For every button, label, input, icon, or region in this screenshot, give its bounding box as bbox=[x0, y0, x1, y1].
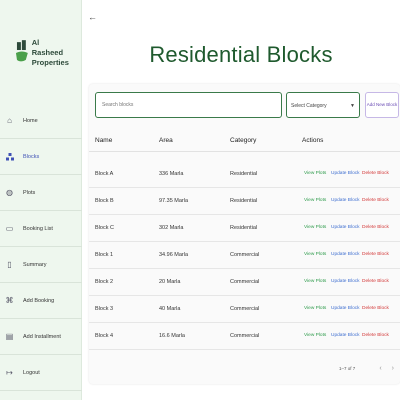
table-row: Block 3 40 Marla Commercial View Plots U… bbox=[89, 296, 400, 323]
next-page-icon[interactable]: › bbox=[392, 365, 394, 372]
sidebar-item-label: Add Installment bbox=[23, 333, 61, 340]
cell-name: Block A bbox=[95, 171, 114, 177]
cell-name: Block B bbox=[95, 198, 114, 204]
building-logo-icon bbox=[15, 40, 28, 62]
cell-area: 34.96 Marla bbox=[159, 252, 189, 258]
sidebar-item-label: Summary bbox=[23, 261, 47, 268]
cell-category: Commercial bbox=[230, 279, 260, 285]
brand-line-1: Al Rasheed bbox=[31, 38, 64, 57]
cell-area: 20 Marla bbox=[159, 279, 181, 285]
brand-logo[interactable]: Al Rasheed Properties bbox=[14, 38, 72, 68]
cell-category: Residential bbox=[230, 171, 258, 177]
pagination-range: 1–7 of 7 bbox=[339, 366, 356, 371]
table-row: Block 2 20 Marla Commercial View Plots U… bbox=[89, 269, 400, 296]
view-plots-link[interactable]: View Plots bbox=[304, 252, 326, 257]
add-new-block-button[interactable]: Add New Block bbox=[365, 92, 399, 118]
back-arrow-icon[interactable]: ← bbox=[88, 12, 97, 22]
sidebar-item-label: Home bbox=[23, 117, 38, 124]
sidebar-item-booking-list[interactable]: ▭ Booking List bbox=[0, 211, 82, 247]
cell-area: 302 Marla bbox=[159, 225, 184, 231]
cell-name: Block 3 bbox=[95, 306, 114, 312]
update-block-link[interactable]: Update Block bbox=[331, 279, 360, 284]
prev-page-icon[interactable]: ‹ bbox=[379, 365, 381, 372]
cell-category: Residential bbox=[230, 225, 258, 231]
cell-name: Block 4 bbox=[95, 333, 114, 339]
update-block-link[interactable]: Update Block bbox=[331, 198, 360, 203]
delete-block-link[interactable]: Delete Block bbox=[362, 225, 389, 230]
add-booking-icon: ⌘ bbox=[5, 296, 14, 305]
delete-block-link[interactable]: Delete Block bbox=[362, 306, 389, 311]
column-header-area: Area bbox=[159, 137, 173, 144]
delete-block-link[interactable]: Delete Block bbox=[362, 333, 389, 338]
sidebar-item-label: Blocks bbox=[23, 153, 40, 160]
column-header-category: Category bbox=[230, 137, 257, 144]
update-block-link[interactable]: Update Block bbox=[331, 252, 360, 257]
update-block-link[interactable]: Update Block bbox=[331, 171, 360, 176]
dropdown-caret-icon: ▼ bbox=[350, 103, 355, 109]
update-block-link[interactable]: Update Block bbox=[331, 333, 360, 338]
sidebar-nav: ⌂ Home Blocks ◍ Plots ▭ Booking List ▯ S… bbox=[0, 103, 82, 391]
pagination: 1–7 of 7 ‹ › bbox=[339, 365, 394, 372]
view-plots-link[interactable]: View Plots bbox=[304, 171, 326, 176]
cell-category: Residential bbox=[230, 198, 258, 204]
update-block-link[interactable]: Update Block bbox=[331, 306, 360, 311]
view-plots-link[interactable]: View Plots bbox=[304, 225, 326, 230]
sidebar-item-add-booking[interactable]: ⌘ Add Booking bbox=[0, 283, 82, 319]
search-input[interactable] bbox=[95, 92, 282, 118]
table-header: Name Area Category Actions bbox=[89, 132, 400, 152]
table-row: Block 1 34.96 Marla Commercial View Plot… bbox=[89, 242, 400, 269]
cell-name: Block 1 bbox=[95, 252, 114, 258]
column-header-name: Name bbox=[95, 137, 113, 144]
sidebar-item-label: Add Booking bbox=[23, 297, 55, 304]
view-plots-link[interactable]: View Plots bbox=[304, 306, 326, 311]
table-row: Block C 302 Marla Residential View Plots… bbox=[89, 215, 400, 242]
cell-area: 97.35 Marla bbox=[159, 198, 189, 204]
table-row: Block A 336 Marla Residential View Plots… bbox=[89, 161, 400, 188]
delete-block-link[interactable]: Delete Block bbox=[362, 171, 389, 176]
cell-category: Commercial bbox=[230, 333, 260, 339]
logout-icon: ↦ bbox=[6, 368, 13, 377]
page-title: Residential Blocks bbox=[149, 42, 333, 67]
sidebar-item-blocks[interactable]: Blocks bbox=[0, 139, 82, 175]
view-plots-link[interactable]: View Plots bbox=[304, 279, 326, 284]
category-select-value: Select Category bbox=[291, 103, 327, 109]
view-plots-link[interactable]: View Plots bbox=[304, 333, 326, 338]
sidebar: Al Rasheed Properties ⌂ Home Blocks ◍ Pl… bbox=[0, 0, 82, 400]
delete-block-link[interactable]: Delete Block bbox=[362, 252, 389, 257]
cell-area: 40 Marla bbox=[159, 306, 181, 312]
sidebar-item-label: Booking List bbox=[23, 225, 53, 232]
brand-line-2: Properties bbox=[31, 58, 69, 67]
cell-area: 16.6 Marla bbox=[159, 333, 185, 339]
sidebar-item-add-installment[interactable]: ▤ Add Installment bbox=[0, 319, 82, 355]
update-block-link[interactable]: Update Block bbox=[331, 225, 360, 230]
column-header-actions: Actions bbox=[302, 137, 324, 144]
booking-list-icon: ▭ bbox=[5, 224, 14, 233]
sidebar-item-plots[interactable]: ◍ Plots bbox=[0, 175, 82, 211]
cell-name: Block C bbox=[95, 225, 114, 231]
sidebar-item-logout[interactable]: ↦ Logout bbox=[0, 355, 82, 391]
home-icon: ⌂ bbox=[7, 116, 12, 125]
view-plots-link[interactable]: View Plots bbox=[304, 198, 326, 203]
category-select[interactable]: Select Category ▼ bbox=[286, 92, 360, 118]
add-installment-icon: ▤ bbox=[5, 332, 14, 341]
sidebar-item-label: Plots bbox=[23, 189, 36, 196]
blocks-icon bbox=[5, 152, 14, 161]
table-row: Block 4 16.6 Marla Commercial View Plots… bbox=[89, 323, 400, 350]
sidebar-item-label: Logout bbox=[23, 369, 40, 376]
plots-icon: ◍ bbox=[6, 188, 13, 197]
sidebar-item-summary[interactable]: ▯ Summary bbox=[0, 247, 82, 283]
cell-name: Block 2 bbox=[95, 279, 114, 285]
table-row: Block B 97.35 Marla Residential View Plo… bbox=[89, 188, 400, 215]
blocks-table-panel: Select Category ▼ Add New Block Name Are… bbox=[89, 84, 400, 384]
cell-area: 336 Marla bbox=[159, 171, 184, 177]
cell-category: Commercial bbox=[230, 252, 260, 258]
delete-block-link[interactable]: Delete Block bbox=[362, 198, 389, 203]
summary-icon: ▯ bbox=[7, 260, 12, 269]
sidebar-item-home[interactable]: ⌂ Home bbox=[0, 103, 82, 139]
cell-category: Commercial bbox=[230, 306, 260, 312]
delete-block-link[interactable]: Delete Block bbox=[362, 279, 389, 284]
brand-name: Al Rasheed Properties bbox=[32, 38, 72, 68]
